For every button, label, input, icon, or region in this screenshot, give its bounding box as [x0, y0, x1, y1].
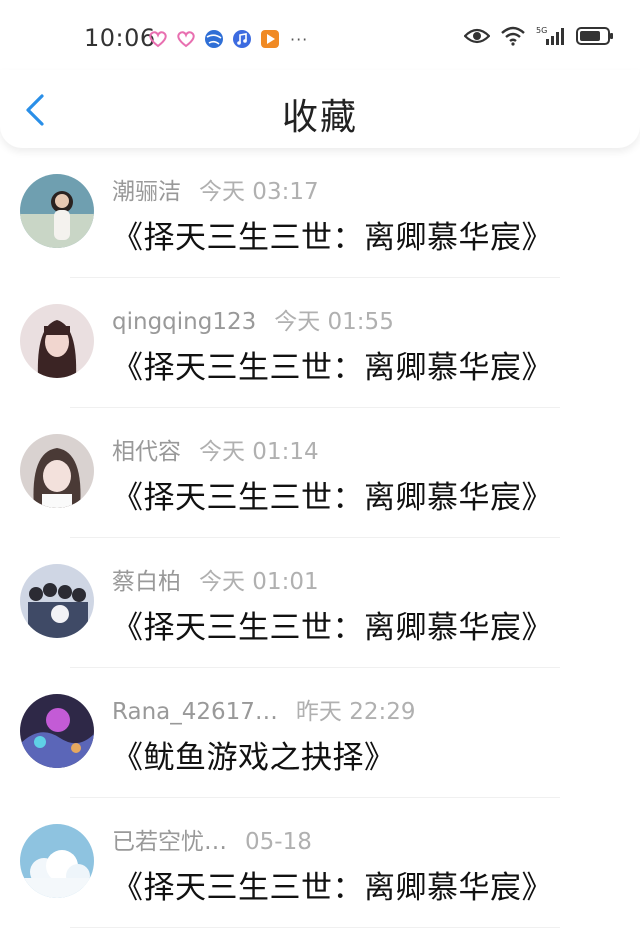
item-meta: Rana_42617… 昨天 22:29 — [112, 692, 416, 726]
system-icons: 5G — [463, 25, 614, 51]
avatar[interactable] — [20, 694, 94, 768]
more-notifications-icon: ··· — [290, 29, 309, 49]
list-item[interactable]: 潮骊洁 今天 03:17 《择天三生三世：离卿慕华宸》 — [0, 148, 640, 278]
status-bar: 10:06 ··· 5G — [0, 0, 640, 78]
item-meta: 蔡白柏 今天 01:01 — [112, 562, 319, 596]
svg-text:5G: 5G — [536, 26, 547, 35]
item-time: 05-18 — [245, 829, 312, 855]
heart-app-icon — [176, 29, 196, 49]
item-time: 今天 01:14 — [199, 439, 319, 465]
item-time: 今天 03:17 — [199, 179, 319, 205]
status-time: 10:06 — [84, 24, 156, 52]
book-title: 《择天三生三世：离卿慕华宸》 — [112, 220, 553, 256]
book-title: 《择天三生三世：离卿慕华宸》 — [112, 350, 553, 386]
item-meta: 相代容 今天 01:14 — [112, 432, 319, 466]
user-name: Rana_42617… — [112, 699, 278, 725]
book-title: 《择天三生三世：离卿慕华宸》 — [112, 610, 553, 646]
item-meta: 已若空忧… 05-18 — [112, 822, 312, 856]
battery-icon — [576, 26, 614, 50]
avatar[interactable] — [20, 434, 94, 508]
list-item[interactable]: 已若空忧… 05-18 《择天三生三世：离卿慕华宸》 — [0, 798, 640, 928]
page-header: 收藏 — [0, 70, 640, 148]
item-meta: 潮骊洁 今天 03:17 — [112, 172, 319, 206]
notification-icons: ··· — [148, 29, 308, 49]
globe-app-icon — [204, 29, 224, 49]
list-item[interactable]: Rana_42617… 昨天 22:29 《鱿鱼游戏之抉择》 — [0, 668, 640, 798]
avatar[interactable] — [20, 824, 94, 898]
user-name: 潮骊洁 — [112, 179, 181, 205]
favorites-list: 潮骊洁 今天 03:17 《择天三生三世：离卿慕华宸》 qingqing123 今天… — [0, 148, 640, 928]
user-name: qingqing123 — [112, 309, 257, 335]
user-name: 相代容 — [112, 439, 181, 465]
book-title: 《择天三生三世：离卿慕华宸》 — [112, 870, 553, 906]
list-item[interactable]: qingqing123 今天 01:55 《择天三生三世：离卿慕华宸》 — [0, 278, 640, 408]
item-time: 今天 01:01 — [199, 569, 319, 595]
divider — [70, 927, 560, 928]
item-meta: qingqing123 今天 01:55 — [112, 302, 394, 336]
music-app-icon — [232, 29, 252, 49]
avatar[interactable] — [20, 174, 94, 248]
page-title: 收藏 — [281, 97, 358, 138]
list-item[interactable]: 蔡白柏 今天 01:01 《择天三生三世：离卿慕华宸》 — [0, 538, 640, 668]
video-app-icon — [260, 29, 280, 49]
item-time: 昨天 22:29 — [295, 699, 416, 725]
list-item[interactable]: 相代容 今天 01:14 《择天三生三世：离卿慕华宸》 — [0, 408, 640, 538]
signal-icon: 5G — [536, 25, 566, 51]
item-time: 今天 01:55 — [274, 309, 394, 335]
book-title: 《择天三生三世：离卿慕华宸》 — [112, 480, 553, 516]
user-name: 已若空忧… — [112, 829, 227, 855]
avatar[interactable] — [20, 304, 94, 378]
avatar[interactable] — [20, 564, 94, 638]
book-title: 《鱿鱼游戏之抉择》 — [112, 740, 396, 776]
heart-app-icon — [148, 29, 168, 49]
wifi-icon — [500, 26, 526, 50]
user-name: 蔡白柏 — [112, 569, 181, 595]
eye-icon — [463, 27, 491, 49]
